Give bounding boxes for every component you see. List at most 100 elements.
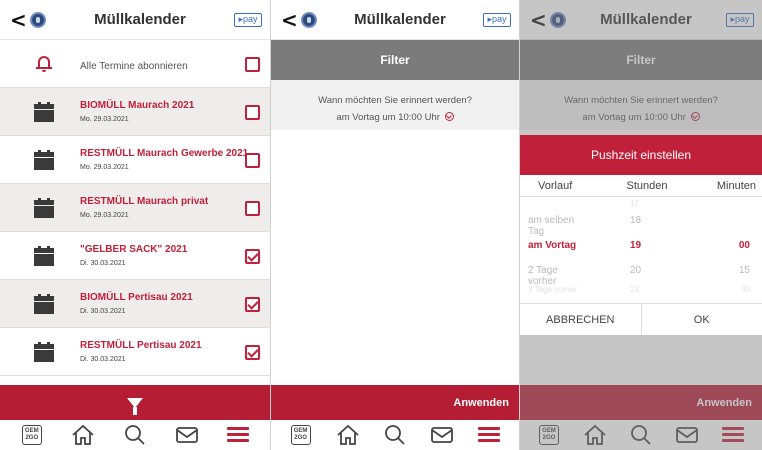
filter-title: Filter [271,40,519,80]
nav-menu[interactable] [720,423,746,447]
time-picker[interactable]: 17 am selben Tag 18 am Vortag 19 00 2 Ta… [520,197,762,302]
calendar-icon [34,101,54,122]
apply-label: Anwenden [696,396,752,409]
list-item[interactable]: "GELBER SACK" 2021 Di. 30.03.2021 [0,232,270,280]
list-item[interactable]: RESTMÜLL Pertisau 2021 Di. 30.03.2021 [0,328,270,376]
reminder-section: Wann möchten Sie erinnert werden? am Vor… [271,80,519,130]
calendar-icon [34,197,54,218]
chevron-down-icon [690,112,700,121]
back-button[interactable]: < [281,0,299,40]
screen-push-time: < Müllkalender ▸pay Filter Wann möchten … [520,0,762,450]
picker-row-selected[interactable]: am Vortag 19 00 [520,240,762,251]
item-checkbox[interactable] [245,345,260,360]
filter-title: Filter [520,40,762,80]
picker-minuten: 30 [741,285,750,294]
cancel-button[interactable]: ABBRECHEN [520,304,642,335]
list-item[interactable]: RESTMÜLL Maurach Gewerbe 2021 Mo. 29.03.2… [0,136,270,184]
menu-icon [722,427,744,443]
nav-gem2go[interactable]: GEM 2GO [288,423,314,447]
app-header: < Müllkalender ▸pay [271,0,519,40]
nav-gem2go[interactable]: GEM 2GO [19,423,45,447]
nav-menu[interactable] [476,423,502,447]
apply-button[interactable]: Anwenden [520,385,762,420]
gem2go-icon: GEM 2GO [290,425,311,445]
subscribe-all-label: Alle Termine abonnieren [80,61,188,72]
subscribe-all-checkbox[interactable] [245,57,260,72]
bell-icon [36,55,52,73]
filter-button[interactable] [0,385,270,420]
calendar-list: Alle Termine abonnieren BIOMÜLL Maurach … [0,40,270,376]
item-date: Di. 30.03.2021 [80,260,126,267]
app-header: < Müllkalender ▸pay [0,0,270,40]
list-item[interactable]: BIOMÜLL Maurach 2021 Mo. 29.03.2021 [0,88,270,136]
picker-row[interactable]: 2 Tage vorher 20 15 [520,265,762,287]
nav-menu[interactable] [225,423,251,447]
nav-search[interactable] [628,423,654,447]
pay-button[interactable]: ▸pay [234,12,262,27]
picker-minuten [690,199,762,208]
nav-search[interactable] [122,423,148,447]
nav-mail[interactable] [174,423,200,447]
app-header: < Müllkalender ▸pay [520,0,762,40]
nav-home[interactable] [582,423,608,447]
back-button[interactable]: < [10,0,28,40]
menu-icon [227,427,250,443]
item-checkbox[interactable] [245,153,260,168]
item-date: Di. 30.03.2021 [80,308,126,315]
picker-minuten: 15 [738,265,750,276]
apply-button[interactable]: Anwenden [271,385,519,420]
calendar-icon [34,245,54,266]
item-name: BIOMÜLL Maurach 2021 [80,100,195,111]
mail-icon [431,427,454,443]
reminder-selection[interactable]: am Vortag um 10:00 Uhr [520,109,762,126]
item-checkbox[interactable] [245,201,260,216]
reminder-question: Wann möchten Sie erinnert werden? [318,95,472,106]
menu-icon [478,427,501,443]
item-date: Di. 30.03.2021 [80,356,126,363]
list-item[interactable]: BIOMÜLL Pertisau 2021 Di. 30.03.2021 [0,280,270,328]
item-name: RESTMÜLL Pertisau 2021 [80,340,202,351]
item-checkbox[interactable] [245,249,260,264]
picker-stunden: 17 [630,199,639,208]
gem2go-icon: GEM 2GO [21,425,42,445]
apply-label: Anwenden [453,396,509,409]
list-item[interactable]: RESTMÜLL Maurach privat Mo. 29.03.2021 [0,184,270,232]
pay-button[interactable]: ▸pay [726,12,754,27]
nav-home[interactable] [335,423,361,447]
picker-row[interactable]: 3 Tage vorher 21 30 [520,285,762,294]
screen-calendar-list: < Müllkalender ▸pay Alle Termine abonnie… [0,0,271,450]
nav-search[interactable] [382,423,408,447]
page-title: Müllkalender [600,11,692,28]
app-logo-icon [301,11,317,28]
search-icon [631,425,651,445]
picker-row[interactable]: am selben Tag 18 [520,215,762,237]
calendar-icon [34,341,54,362]
picker-minuten: 00 [738,240,750,251]
nav-mail[interactable] [674,423,700,447]
nav-gem2go[interactable]: GEM 2GO [536,423,562,447]
pay-button[interactable]: ▸pay [483,12,511,27]
calendar-icon [34,293,54,314]
col-minuten: Minuten [716,179,757,192]
item-checkbox[interactable] [245,297,260,312]
mail-icon [175,427,198,443]
home-icon [584,424,606,445]
dialog-title: Pushzeit einstellen [520,135,762,175]
reminder-selection[interactable]: am Vortag um 10:00 Uhr [271,109,519,126]
item-checkbox[interactable] [245,105,260,120]
item-date: Mo. 29.03.2021 [80,116,129,123]
ok-button[interactable]: OK [642,304,762,335]
subscribe-all-row[interactable]: Alle Termine abonnieren [0,40,270,88]
picker-stunden: 21 [630,285,639,294]
search-icon [385,425,405,445]
nav-home[interactable] [70,423,96,447]
bottom-nav: GEM 2GO [271,420,519,450]
back-button[interactable]: < [530,0,548,40]
item-name: RESTMÜLL Maurach Gewerbe 2021 [80,148,249,159]
nav-mail[interactable] [429,423,455,447]
calendar-icon [34,149,54,170]
picker-vorlauf: am selben Tag [528,215,575,237]
item-name: "GELBER SACK" 2021 [80,244,188,255]
picker-row[interactable]: 17 [520,199,762,208]
picker-minuten [690,215,762,237]
